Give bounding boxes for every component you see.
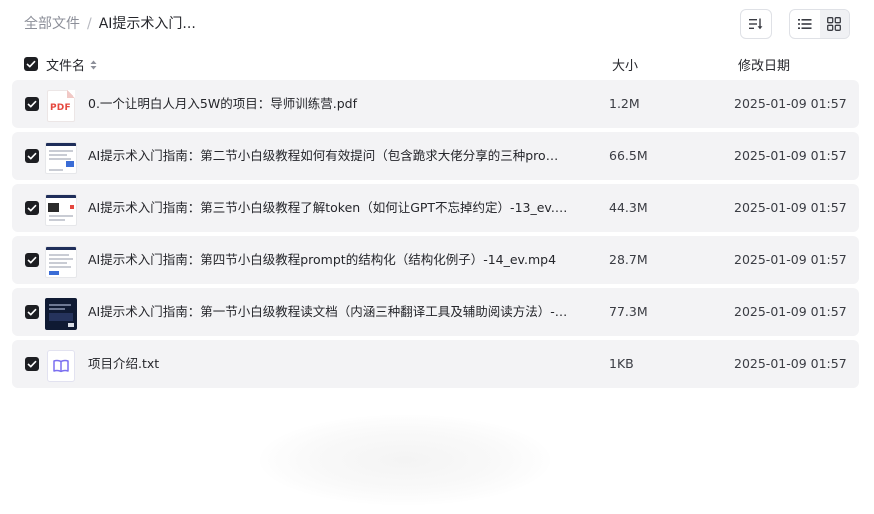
file-date: 2025-01-09 01:57 [734,96,847,111]
file-size: 66.5M [609,148,648,163]
file-thumbnail [45,246,77,278]
file-thumbnail: PDF [45,90,77,122]
file-thumbnail [45,142,77,174]
sort-caret-icon [90,60,97,70]
video-thumbnail-icon [45,194,77,226]
check-icon [27,256,37,264]
row-checkbox[interactable] [25,357,39,371]
row-checkbox[interactable] [25,305,39,319]
file-name[interactable]: AI提示术入门指南：第二节小白级教程如何有效提问（包含跪求大佬分享的三种prom… [88,147,568,165]
check-icon [26,60,36,68]
file-list: PDF 0.一个让明白人月入5W的项目：导师训练营.pdf 1.2M 2025-… [12,80,859,392]
breadcrumb: 全部文件 / AI提示术入门... [24,14,196,34]
table-row[interactable]: AI提示术入门指南：第一节小白级教程读文档（内涵三种翻译工具及辅助阅读方法）-1… [12,288,859,336]
txt-book-icon [47,350,75,382]
file-size: 28.7M [609,252,648,267]
check-icon [27,360,37,368]
list-view-icon [797,19,812,29]
file-date: 2025-01-09 01:57 [734,304,847,319]
check-icon [27,152,37,160]
row-checkbox[interactable] [25,97,39,111]
video-thumbnail-icon [45,246,77,278]
table-row[interactable]: AI提示术入门指南：第二节小白级教程如何有效提问（包含跪求大佬分享的三种prom… [12,132,859,180]
background-glow [260,415,550,505]
column-header-name[interactable]: 文件名 [46,55,97,74]
table-row[interactable]: AI提示术入门指南：第三节小白级教程了解token（如何让GPT不忘掉约定）-1… [12,184,859,232]
table-row[interactable]: PDF 0.一个让明白人月入5W的项目：导师训练营.pdf 1.2M 2025-… [12,80,859,128]
file-name[interactable]: 0.一个让明白人月入5W的项目：导师训练营.pdf [88,95,568,113]
column-header-date[interactable]: 修改日期 [738,55,790,74]
row-checkbox[interactable] [25,253,39,267]
check-icon [27,100,37,108]
view-toggle [789,9,850,39]
check-icon [27,308,37,316]
row-checkbox[interactable] [25,201,39,215]
file-size: 77.3M [609,304,648,319]
video-thumbnail-icon [45,298,77,330]
sort-button[interactable] [740,9,772,39]
file-date: 2025-01-09 01:57 [734,356,847,371]
breadcrumb-root-link[interactable]: 全部文件 [24,14,80,34]
sort-lines-icon [749,18,763,30]
table-header: 文件名 大小 修改日期 [12,50,859,78]
video-thumbnail-icon [45,142,77,174]
file-size: 1.2M [609,96,640,111]
pdf-icon-label: PDF [50,103,71,113]
file-size: 1KB [609,356,634,371]
check-icon [27,204,37,212]
column-header-size[interactable]: 大小 [612,55,638,74]
select-all-checkbox[interactable] [24,57,38,71]
list-view-button[interactable] [790,10,820,38]
file-name[interactable]: AI提示术入门指南：第一节小白级教程读文档（内涵三种翻译工具及辅助阅读方法）-1… [88,303,568,321]
row-checkbox[interactable] [25,149,39,163]
grid-view-button[interactable] [819,10,849,38]
file-date: 2025-01-09 01:57 [734,252,847,267]
file-name[interactable]: AI提示术入门指南：第三节小白级教程了解token（如何让GPT不忘掉约定）-1… [88,199,568,217]
file-name[interactable]: AI提示术入门指南：第四节小白级教程prompt的结构化（结构化例子）-14_e… [88,251,568,269]
file-date: 2025-01-09 01:57 [734,148,847,163]
breadcrumb-separator: / [87,16,92,32]
file-date: 2025-01-09 01:57 [734,200,847,215]
pdf-icon: PDF [47,90,75,122]
table-row[interactable]: 项目介绍.txt 1KB 2025-01-09 01:57 [12,340,859,388]
file-thumbnail [45,194,77,226]
top-bar: 全部文件 / AI提示术入门... [0,0,874,48]
file-name[interactable]: 项目介绍.txt [88,355,568,373]
file-thumbnail [45,350,77,382]
grid-view-icon [827,17,842,31]
table-row[interactable]: AI提示术入门指南：第四节小白级教程prompt的结构化（结构化例子）-14_e… [12,236,859,284]
column-header-name-label: 文件名 [46,59,86,74]
breadcrumb-current: AI提示术入门... [98,16,196,32]
file-size: 44.3M [609,200,648,215]
file-thumbnail [45,298,77,330]
